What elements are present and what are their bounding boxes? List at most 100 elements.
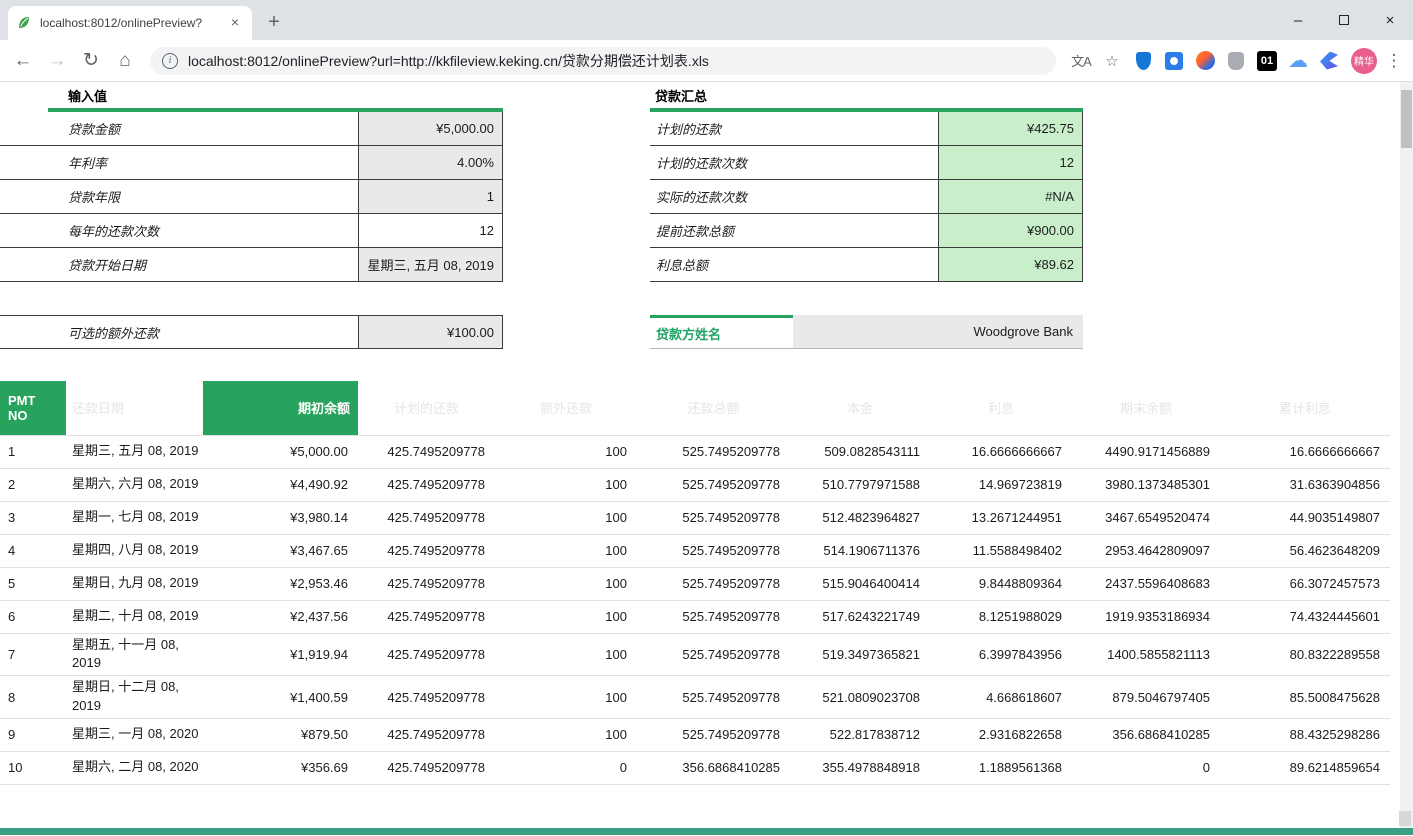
column-header: 计划的还款 (358, 381, 495, 435)
badge-01: 01 (1257, 51, 1277, 71)
extension-gray-icon[interactable] (1222, 48, 1250, 74)
schedule-cell: 425.7495209778 (358, 676, 495, 719)
column-header: 额外还款 (495, 381, 637, 435)
schedule-cell: 1 (0, 435, 66, 468)
input-value: 12 (358, 214, 503, 247)
summary-value: 12 (938, 146, 1083, 179)
schedule-cell: ¥1,400.59 (203, 676, 358, 719)
summary-row: 计划的还款¥425.75 (650, 112, 1083, 146)
vertical-scrollbar[interactable] (1400, 82, 1413, 828)
schedule-cell: 515.9046400414 (790, 567, 930, 600)
schedule-cell: 85.5008475628 (1220, 676, 1390, 719)
schedule-cell: 7 (0, 633, 66, 676)
bookmark-star-icon[interactable]: ☆ (1098, 48, 1126, 74)
input-value: 4.00% (358, 146, 503, 179)
schedule-cell: 100 (495, 600, 637, 633)
schedule-cell: 525.7495209778 (637, 718, 790, 751)
schedule-cell: 31.6363904856 (1220, 468, 1390, 501)
window-controls: – × (1275, 0, 1413, 40)
schedule-cell: 2.9316822658 (930, 718, 1072, 751)
column-header: 期末余额 (1072, 381, 1220, 435)
schedule-cell: 9 (0, 718, 66, 751)
minimize-button[interactable]: – (1275, 0, 1321, 40)
extension-butterfly-icon[interactable] (1315, 48, 1343, 74)
schedule-cell: 356.6868410285 (1072, 718, 1220, 751)
back-icon[interactable]: ← (8, 46, 38, 76)
schedule-cell: 13.2671244951 (930, 501, 1072, 534)
schedule-cell: 525.7495209778 (637, 600, 790, 633)
schedule-cell: 2437.5596408683 (1072, 567, 1220, 600)
profile-avatar[interactable]: 精华 (1351, 48, 1377, 74)
column-header: 期初余额 (203, 381, 358, 435)
browser-tab[interactable]: localhost:8012/onlinePreview? × (8, 6, 252, 40)
schedule-cell: 425.7495209778 (358, 534, 495, 567)
schedule-cell: 522.817838712 (790, 718, 930, 751)
summary-value: #N/A (938, 180, 1083, 213)
schedule-cell: 514.1906711376 (790, 534, 930, 567)
schedule-cell: 525.7495209778 (637, 468, 790, 501)
forward-icon: → (42, 46, 72, 76)
schedule-cell: 525.7495209778 (637, 567, 790, 600)
schedule-cell: 425.7495209778 (358, 718, 495, 751)
schedule-cell: 1.1889561368 (930, 751, 1072, 784)
schedule-row: 4星期四, 八月 08, 2019¥3,467.65425.7495209778… (0, 534, 1390, 567)
blue-square-shape (1165, 52, 1183, 70)
schedule-cell: 100 (495, 676, 637, 719)
page-info-icon[interactable]: i (162, 53, 178, 69)
round-gradient-shape (1196, 51, 1215, 70)
tab-title: localhost:8012/onlinePreview? (40, 16, 218, 30)
schedule-row: 1星期三, 五月 08, 2019¥5,000.00425.7495209778… (0, 435, 1390, 468)
close-button[interactable]: × (1367, 0, 1413, 40)
schedule-cell: 3980.1373485301 (1072, 468, 1220, 501)
schedule-cell: ¥4,490.92 (203, 468, 358, 501)
schedule-cell: 0 (495, 751, 637, 784)
schedule-cell: 425.7495209778 (358, 468, 495, 501)
extension-cloud-icon[interactable]: ☁ (1284, 48, 1312, 74)
schedule-cell: 14.969723819 (930, 468, 1072, 501)
schedule-cell: 512.4823964827 (790, 501, 930, 534)
schedule-cell: ¥879.50 (203, 718, 358, 751)
schedule-cell: 525.7495209778 (637, 633, 790, 676)
new-tab-button[interactable]: + (260, 9, 288, 37)
reload-icon[interactable]: ↻ (76, 46, 106, 76)
input-row: 每年的还款次数12 (0, 214, 503, 248)
input-row: 贷款年限1 (0, 180, 503, 214)
input-label: 贷款金额 (0, 112, 358, 145)
home-icon[interactable]: ⌂ (110, 46, 140, 76)
scrollbar-corner[interactable] (1399, 811, 1411, 826)
schedule-cell: 509.0828543111 (790, 435, 930, 468)
schedule-cell: 525.7495209778 (637, 435, 790, 468)
schedule-cell: 10 (0, 751, 66, 784)
schedule-row: 2星期六, 六月 08, 2019¥4,490.92425.7495209778… (0, 468, 1390, 501)
schedule-cell: 星期三, 五月 08, 2019 (66, 435, 203, 468)
schedule-cell: 星期三, 一月 08, 2020 (66, 718, 203, 751)
extension-01-icon[interactable]: 01 (1253, 48, 1281, 74)
schedule-cell: 1400.5855821113 (1072, 633, 1220, 676)
extension-translate-icon[interactable] (1160, 48, 1188, 74)
browser-menu-icon[interactable]: ⋮ (1381, 51, 1407, 71)
extra-payment-value: ¥100.00 (358, 316, 503, 348)
translate-icon[interactable]: 文A (1067, 48, 1095, 74)
extension-shield-icon[interactable] (1129, 48, 1157, 74)
column-header: 本金 (790, 381, 930, 435)
lender-value: Woodgrove Bank (793, 315, 1083, 348)
schedule-cell: 星期五, 十一月 08, 2019 (66, 633, 203, 676)
schedule-cell: 星期日, 九月 08, 2019 (66, 567, 203, 600)
schedule-cell: 100 (495, 468, 637, 501)
scrollbar-thumb[interactable] (1401, 90, 1412, 148)
tab-close-icon[interactable]: × (226, 14, 244, 32)
schedule-cell: 88.4325298286 (1220, 718, 1390, 751)
schedule-cell: 425.7495209778 (358, 435, 495, 468)
schedule-body: 1星期三, 五月 08, 2019¥5,000.00425.7495209778… (0, 435, 1390, 784)
schedule-cell: 100 (495, 718, 637, 751)
schedule-cell: ¥2,953.46 (203, 567, 358, 600)
address-bar[interactable]: i localhost:8012/onlinePreview?url=http:… (150, 47, 1056, 75)
schedule-row: 10星期六, 二月 08, 2020¥356.69425.74952097780… (0, 751, 1390, 784)
schedule-cell: 8 (0, 676, 66, 719)
lender-label: 贷款方姓名 (650, 315, 793, 348)
schedule-row: 9星期三, 一月 08, 2020¥879.50425.749520977810… (0, 718, 1390, 751)
extension-browser-icon[interactable] (1191, 48, 1219, 74)
maximize-button[interactable] (1321, 0, 1367, 40)
wing-shape (1320, 52, 1338, 70)
toolbar: ← → ↻ ⌂ i localhost:8012/onlinePreview?u… (0, 40, 1413, 82)
